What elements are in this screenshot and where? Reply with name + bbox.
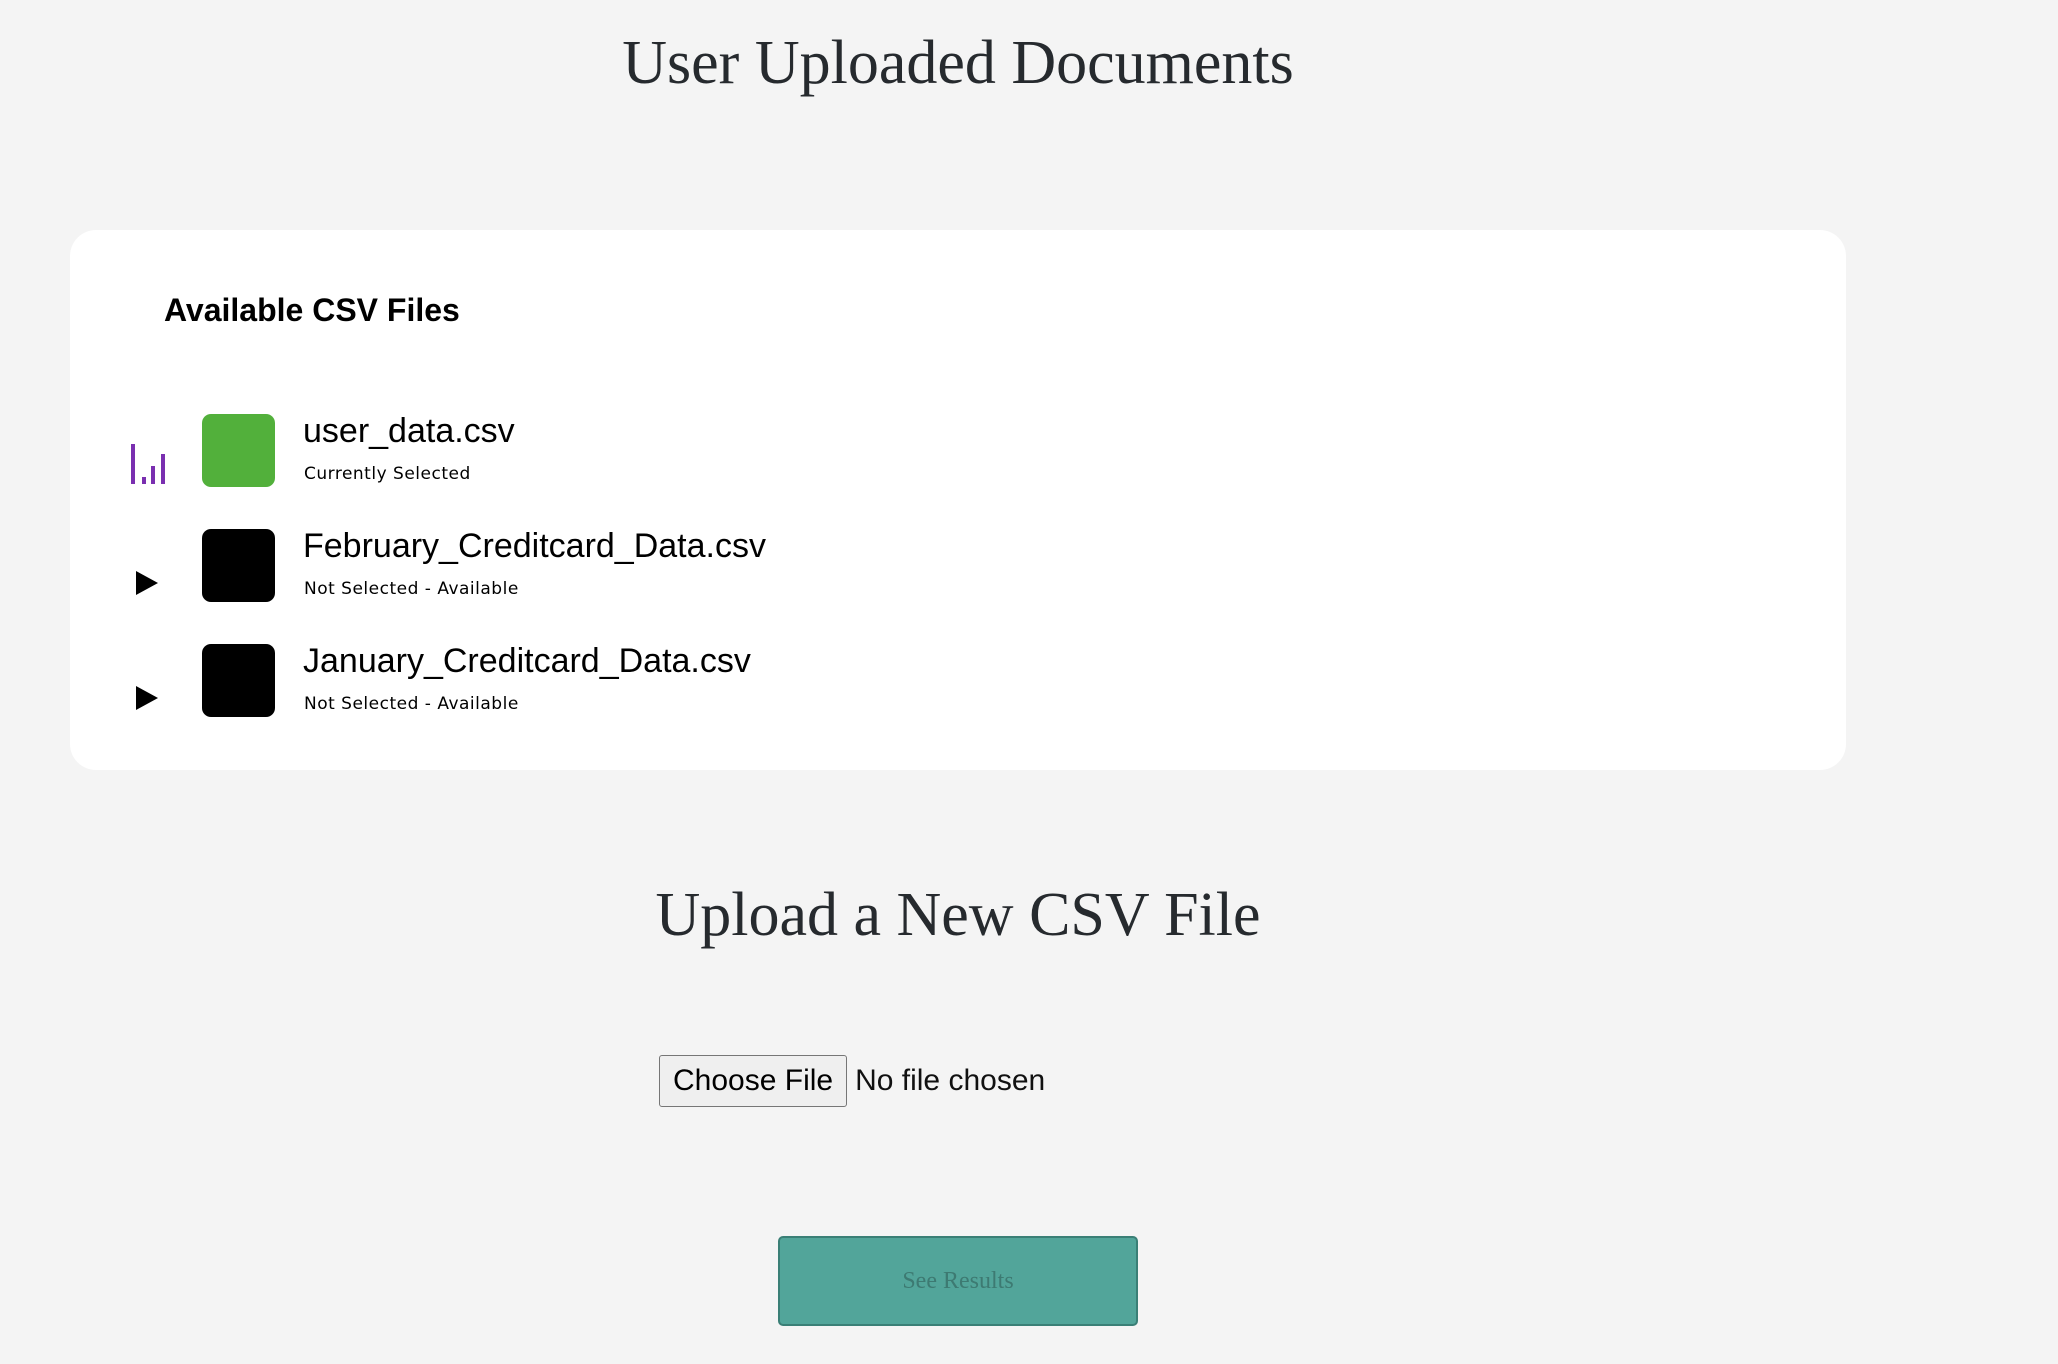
file-chosen-text: No file chosen <box>855 1064 1046 1097</box>
upload-section-title: Upload a New CSV File <box>655 881 1261 949</box>
file-thumbnail <box>202 644 275 717</box>
bar-chart-icon <box>128 442 168 486</box>
available-files-card: Available CSV Files user_data.csv Curren… <box>70 230 1846 770</box>
play-icon[interactable] <box>128 672 168 716</box>
file-status: Currently Selected <box>304 464 471 484</box>
file-thumbnail <box>202 529 275 602</box>
file-name: February_Creditcard_Data.csv <box>303 527 766 565</box>
file-row-user-data[interactable]: user_data.csv Currently Selected <box>70 412 1846 512</box>
file-row-january-creditcard[interactable]: January_Creditcard_Data.csv Not Selected… <box>70 642 1846 742</box>
choose-file-button[interactable]: Choose File <box>659 1055 848 1107</box>
file-status: Not Selected - Available <box>304 579 519 599</box>
file-upload-input[interactable]: Choose File No file chosen <box>659 1055 1045 1107</box>
file-thumbnail <box>202 414 275 487</box>
file-name: January_Creditcard_Data.csv <box>303 642 751 680</box>
see-results-button[interactable]: See Results <box>778 1236 1138 1326</box>
page-title: User Uploaded Documents <box>622 29 1294 97</box>
file-name: user_data.csv <box>303 412 515 450</box>
play-icon[interactable] <box>128 557 168 601</box>
file-status: Not Selected - Available <box>304 694 519 714</box>
card-heading: Available CSV Files <box>164 292 460 328</box>
file-row-february-creditcard[interactable]: February_Creditcard_Data.csv Not Selecte… <box>70 527 1846 627</box>
